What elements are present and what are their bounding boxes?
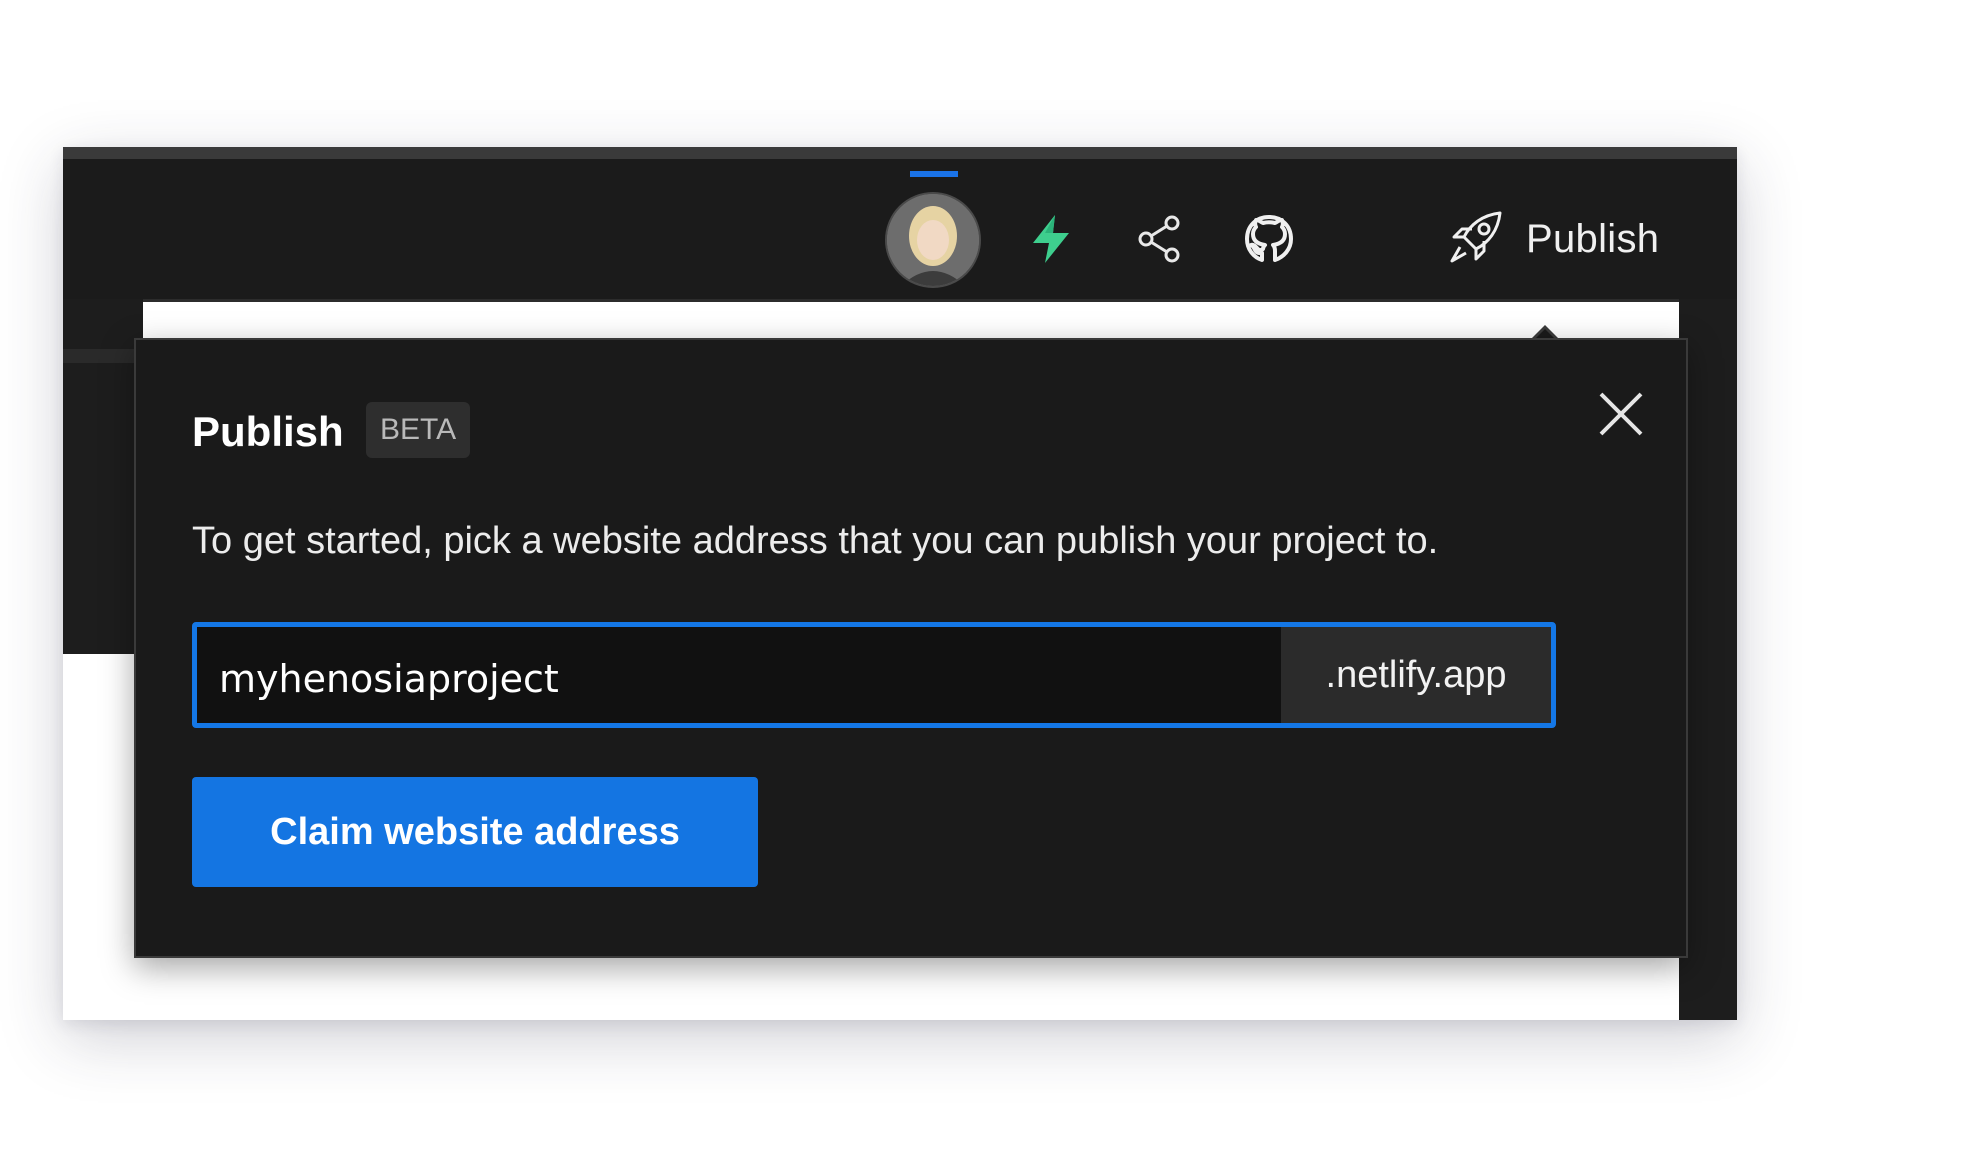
top-toolbar: Publish <box>63 159 1737 302</box>
publish-popover: Publish BETA To get started, pick a webs… <box>134 338 1688 958</box>
user-avatar[interactable] <box>885 192 981 288</box>
close-button[interactable] <box>1595 388 1647 440</box>
domain-suffix: .netlify.app <box>1281 627 1551 723</box>
website-address-field: .netlify.app <box>192 622 1556 728</box>
beta-badge: BETA <box>366 402 471 458</box>
window-top-strip <box>63 147 1737 159</box>
github-icon[interactable] <box>1236 206 1302 272</box>
app-window: Publish Publish BETA To get started, pic… <box>63 147 1737 1020</box>
left-panel <box>63 299 143 654</box>
popover-description: To get started, pick a website address t… <box>192 520 1439 562</box>
share-icon[interactable] <box>1127 206 1193 272</box>
avatar-image <box>887 194 979 286</box>
rocket-icon <box>1446 207 1506 272</box>
popover-title: Publish <box>192 408 344 455</box>
active-user-indicator <box>910 171 958 177</box>
website-address-input[interactable] <box>197 627 1281 723</box>
close-icon <box>1599 392 1643 436</box>
publish-toolbar-button[interactable]: Publish <box>1446 206 1659 272</box>
left-panel-divider <box>63 349 143 363</box>
publish-toolbar-label: Publish <box>1526 216 1660 261</box>
lightning-icon[interactable] <box>1018 206 1084 272</box>
claim-website-address-button[interactable]: Claim website address <box>192 777 758 887</box>
